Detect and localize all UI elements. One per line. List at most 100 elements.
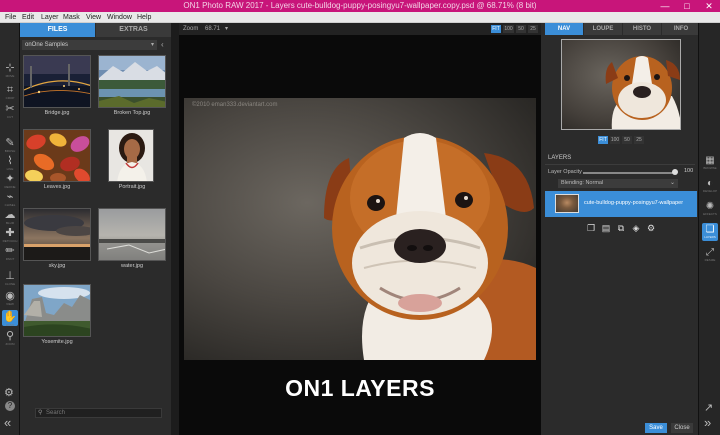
sky-image [24,209,90,260]
water-image [99,209,165,260]
zoom-100-button[interactable]: 100 [503,25,514,33]
tab-extras[interactable]: EXTRAS [96,23,171,37]
line-mask-icon: ⌇ [7,155,13,167]
layer-row[interactable]: cute-bulldog-puppy-posingyu7-wallpaper [545,191,697,217]
copy-layer-icon[interactable]: ❐ [586,223,596,233]
nav-zoom-25[interactable]: 25 [634,136,644,144]
expand-right-icon[interactable]: » [704,415,711,430]
minimize-icon[interactable]: — [654,0,676,12]
retouch-tool[interactable]: ✚ RETOUCH [2,226,18,243]
module-label: BROWSE [703,166,717,170]
tool-strip: ⊹ MOVE ⌗ CROP ✂ CUT ✎ BRUSH ⌇ LINE ✦ REFINE ⌁ C… [0,23,20,435]
source-label: onOne Samples [25,42,69,48]
crop-tool[interactable]: ⌗ CROP [2,83,18,100]
view-tool[interactable]: ◉ VIEW [2,289,18,306]
transform-icon: ⊹ [5,62,15,74]
cut-tool[interactable]: ✂ CUT [2,102,18,119]
zoom-50-button[interactable]: 50 [516,25,526,33]
tab-loupe[interactable]: LOUPE [584,23,622,35]
layer-settings-icon[interactable]: ⚙ [646,223,656,233]
nav-zoom-100[interactable]: 100 [610,136,620,144]
module-strip: ▦ BROWSE ◐ DEVELOP ✺ EFFECTS ❏ LAYERS ⤢ RESIZ… [698,23,720,435]
menu-edit[interactable]: Edit [22,12,34,23]
browse-module[interactable]: ▦ BROWSE [702,154,718,172]
blur-tool[interactable]: ☁ BLUR [2,208,18,225]
fill-layer-icon[interactable]: ◈ [631,223,641,233]
blend-mode-dropdown[interactable]: Blending: Normal ⌄ [558,179,678,188]
tool-label: RETOUCH [2,239,18,243]
effects-module[interactable]: ✺ EFFECTS [702,200,718,218]
zoom-value[interactable]: 68.71 [205,23,220,35]
menu-layer[interactable]: Layer [41,12,59,23]
search-input[interactable]: ⚲ Search [35,408,162,418]
module-label: DEVELOP [702,189,718,193]
refine-icon: ✦ [5,173,15,185]
nav-zoom-fit[interactable]: FIT [598,136,608,144]
tab-files[interactable]: FILES [20,23,95,37]
tab-nav[interactable]: NAV [545,23,583,35]
menu-view[interactable]: View [86,12,101,23]
tool-label: REFINE [4,185,16,189]
layer-name: cute-bulldog-puppy-posingyu7-wallpaper [584,200,684,206]
settings-gear-icon[interactable]: ⚙ [4,386,14,399]
thumbnail-bridge[interactable]: Bridge.jpg [21,53,93,118]
thumbnail-portrait[interactable]: Portrait.jpg [96,127,168,192]
zoom-chevron-icon[interactable]: ▾ [225,23,228,35]
zoom-tool[interactable]: ⚲ ZOOM [2,329,18,346]
tab-histo[interactable]: HISTO [623,23,661,35]
share-icon[interactable]: ↗ [704,401,713,414]
main-photo[interactable]: ©2010 eman333.deviantart.com [184,98,536,360]
search-placeholder: Search [46,410,66,416]
app-window: ON1 Photo RAW 2017 - Layers cute-bulldog… [0,0,720,435]
nav-zoom-50[interactable]: 50 [622,136,632,144]
chisel-tool[interactable]: ⌁ CHISEL [2,190,18,207]
zoom-25-button[interactable]: 25 [528,25,538,33]
develop-module[interactable]: ◐ DEVELOP [702,177,718,195]
effects-icon: ✺ [705,201,715,212]
thumbnail-image [23,129,91,182]
thumbnail-image [98,55,166,108]
brush-tool[interactable]: ✎ BRUSH [2,136,18,153]
canvas-area[interactable]: Zoom 68.71 ▾ FIT 100 50 25 ©2010 eman333… [179,23,541,435]
hand-tool[interactable]: ✋ HAND [2,310,18,327]
thumbnail-leaves[interactable]: Leaves.jpg [21,127,93,192]
zoom-bar: Zoom 68.71 ▾ FIT 100 50 25 [179,23,541,35]
collapse-browser-icon[interactable]: ‹ [161,40,164,50]
tab-info[interactable]: INFO [662,23,700,35]
merge-layer-icon[interactable]: ⧉ [616,223,626,233]
navigator-preview[interactable] [561,39,681,130]
bulldog-photo [324,133,536,360]
thumbnail-water[interactable]: water.jpg [96,206,168,271]
browse-icon: ▦ [705,155,715,166]
zoom-fit-button[interactable]: FIT [491,25,501,33]
collapse-left-icon[interactable]: « [4,415,11,430]
clone-tool[interactable]: ⊥ CLONE [2,269,18,286]
transform-tool[interactable]: ⊹ MOVE [2,61,18,78]
thumbnail-yosemite[interactable]: Yosemite.jpg [21,282,93,347]
refine-tool[interactable]: ✦ REFINE [2,172,18,189]
line-mask-tool[interactable]: ⌇ LINE [2,154,18,171]
close-button[interactable]: Close [671,423,693,433]
chevron-down-icon: ▾ [150,42,154,48]
tool-label: ZOOM [5,342,15,346]
paint-tool[interactable]: ✏ PAINT [2,244,18,261]
paint-icon: ✏ [5,245,15,257]
layers-module[interactable]: ❏ LAYERS [702,223,718,241]
menu-file[interactable]: File [5,12,16,23]
source-dropdown[interactable]: onOne Samples ▾ [22,40,157,50]
new-layer-icon[interactable]: ▤ [601,223,611,233]
resize-module[interactable]: ⤢ RESIZE [702,246,718,264]
save-button[interactable]: Save [645,423,667,433]
maximize-icon[interactable]: □ [676,0,698,12]
opacity-slider[interactable] [583,172,675,174]
opacity-label: Layer Opacity [548,169,582,175]
menu-help[interactable]: Help [137,12,151,23]
menu-window[interactable]: Window [107,12,132,23]
thumbnail-sky[interactable]: sky.jpg [21,206,93,271]
thumbnail-broken-top[interactable]: Broken Top.jpg [96,53,168,118]
menu-mask[interactable]: Mask [63,12,80,23]
opacity-value[interactable]: 100 [684,168,693,174]
close-window-icon[interactable]: ✕ [698,0,720,12]
help-icon[interactable]: ? [5,401,15,411]
opacity-slider-handle[interactable] [672,169,678,175]
